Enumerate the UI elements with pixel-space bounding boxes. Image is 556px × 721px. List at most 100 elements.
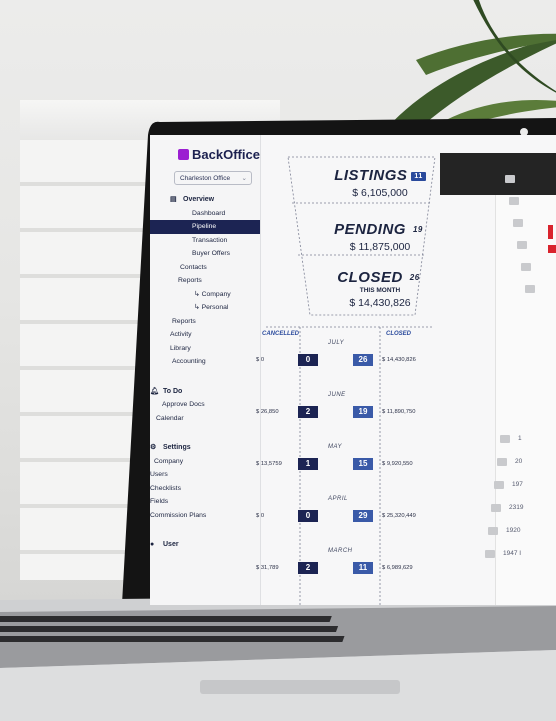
closed-amount: $ 6,989,629 xyxy=(382,565,413,571)
month-label: MAY xyxy=(328,444,343,450)
closed-count[interactable]: 19 xyxy=(353,406,373,418)
nav-settings[interactable]: ⚙ Settings xyxy=(150,441,260,455)
gear-icon: ⚙ xyxy=(150,444,157,451)
listing-row-text[interactable]: 1920 xyxy=(506,527,520,534)
listing-thumb-icon xyxy=(488,527,498,535)
listing-row-text[interactable]: 1 xyxy=(518,435,522,442)
nav-overview-label: Overview xyxy=(183,196,215,203)
listing-row-text[interactable]: 20 xyxy=(515,458,522,465)
closed-subtitle: THIS MONTH xyxy=(359,287,401,294)
listing-thumb-icon xyxy=(505,175,515,183)
cancelled-count[interactable]: 2 xyxy=(298,406,318,418)
closed-column-header: CLOSED xyxy=(386,331,412,337)
listing-panel xyxy=(495,195,556,605)
listing-thumb-icon xyxy=(485,550,495,558)
cancelled-amount: $ 0 xyxy=(256,357,265,363)
closed-count[interactable]: 26 xyxy=(353,354,373,366)
listings-amount: $ 6,105,000 xyxy=(352,187,408,199)
cancelled-amount: $ 26,850 xyxy=(256,409,279,415)
pipeline-funnel xyxy=(266,156,436,605)
listing-thumb-icon xyxy=(494,481,504,489)
cancelled-count[interactable]: 1 xyxy=(298,458,318,470)
pending-stage[interactable]: PENDING 19 $ 11,875,000 xyxy=(300,221,460,253)
nav-approve-docs[interactable]: Approve Docs xyxy=(150,398,260,412)
listing-thumb-icon xyxy=(513,219,523,227)
nav-commission-plans[interactable]: Commission Plans xyxy=(150,509,260,523)
listing-thumb-icon xyxy=(517,241,527,249)
nav-fields[interactable]: Fields xyxy=(150,495,260,509)
month-label: APRIL xyxy=(328,496,348,502)
nav-user[interactable]: ● User xyxy=(150,538,260,552)
nav-pipeline[interactable]: Pipeline xyxy=(150,220,260,234)
closed-amount: $ 9,920,550 xyxy=(382,461,413,467)
listings-title-row: LISTINGS 11 xyxy=(300,167,460,184)
bell-icon: 🔔︎ xyxy=(150,387,159,395)
listing-row-text[interactable]: 2319 xyxy=(509,504,523,511)
nav-user-label: User xyxy=(163,541,179,548)
pending-amount: $ 11,875,000 xyxy=(349,241,411,253)
user-icon: ● xyxy=(150,541,155,548)
nav-settings-label: Settings xyxy=(163,444,191,451)
cancelled-amount: $ 0 xyxy=(256,513,265,519)
app-logo[interactable]: BackOffice xyxy=(178,147,260,162)
office-select-value: Charleston Office xyxy=(180,175,231,182)
listing-thumb-icon xyxy=(491,504,501,512)
pending-title: PENDING xyxy=(334,221,406,238)
pending-count-badge: 19 xyxy=(412,225,423,234)
pending-title-row: PENDING 19 xyxy=(300,221,460,238)
listings-title: LISTINGS xyxy=(334,167,408,184)
sidebar-nav: ▤ Overview Dashboard Pipeline Transaction… xyxy=(150,193,260,552)
listings-stage[interactable]: LISTINGS 11 $ 6,105,000 xyxy=(300,167,460,199)
listing-row-text[interactable]: 197 xyxy=(512,481,523,488)
closed-count[interactable]: 15 xyxy=(353,458,373,470)
closed-title-row: CLOSED 26 xyxy=(300,269,460,286)
closed-title: CLOSED xyxy=(337,269,403,286)
nav-overview[interactable]: ▤ Overview xyxy=(150,193,260,207)
closed-amount: $ 25,320,449 xyxy=(382,513,416,519)
nav-users[interactable]: Users xyxy=(150,468,260,482)
listing-thumb-icon xyxy=(521,263,531,271)
nav-reports-company[interactable]: ↳ Company xyxy=(150,288,260,302)
month-label: JULY xyxy=(328,340,345,346)
nav-todo-label: To Do xyxy=(163,387,183,395)
closed-amount: $ 14,430,826 xyxy=(382,357,416,363)
listing-row-text[interactable]: 1947 I xyxy=(503,550,521,557)
nav-transaction[interactable]: Transaction xyxy=(150,234,260,248)
nav-calendar[interactable]: Calendar xyxy=(150,412,260,426)
listing-thumb-icon xyxy=(509,197,519,205)
nav-accounting[interactable]: Accounting xyxy=(150,355,260,369)
app-logo-icon xyxy=(178,149,189,160)
cancelled-count[interactable]: 0 xyxy=(298,510,318,522)
closed-stage[interactable]: CLOSED 26 THIS MONTH $ 14,430,826 xyxy=(300,269,460,309)
nav-dashboard[interactable]: Dashboard xyxy=(150,207,260,221)
nav-reports[interactable]: Reports xyxy=(150,274,260,288)
month-label: JUNE xyxy=(328,392,346,398)
nav-buyer-offers[interactable]: Buyer Offers xyxy=(150,247,260,261)
closed-count[interactable]: 11 xyxy=(353,562,373,574)
cancelled-amount: $ 13,5759 xyxy=(256,461,282,467)
closed-count[interactable]: 29 xyxy=(353,510,373,522)
nav-company[interactable]: Company xyxy=(150,455,260,469)
nav-contacts[interactable]: Contacts xyxy=(150,261,260,275)
office-select[interactable]: Charleston Office ⌄ xyxy=(174,171,252,185)
cancelled-amount: $ 31,789 xyxy=(256,565,279,571)
nav-reports-personal[interactable]: ↳ Personal xyxy=(150,301,260,315)
nav-todo[interactable]: 🔔︎ To Do xyxy=(150,385,260,399)
nav-library[interactable]: Library xyxy=(150,342,260,356)
cancelled-count[interactable]: 2 xyxy=(298,562,318,574)
listings-count-badge: 11 xyxy=(411,172,426,181)
listing-thumb-icon xyxy=(500,435,510,443)
alert-marker xyxy=(548,245,556,253)
nav-reports-2[interactable]: Reports xyxy=(150,315,260,329)
listing-thumb-icon xyxy=(525,285,535,293)
cancelled-count[interactable]: 0 xyxy=(298,354,318,366)
nav-activity[interactable]: Activity xyxy=(150,328,260,342)
nav-checklists[interactable]: Checklists xyxy=(150,482,260,496)
closed-amount: $ 11,890,750 xyxy=(382,409,416,415)
sidebar: BackOffice Charleston Office ⌄ ▤ Overview… xyxy=(150,135,261,605)
month-label: MARCH xyxy=(328,548,353,554)
listing-thumb-icon xyxy=(497,458,507,466)
